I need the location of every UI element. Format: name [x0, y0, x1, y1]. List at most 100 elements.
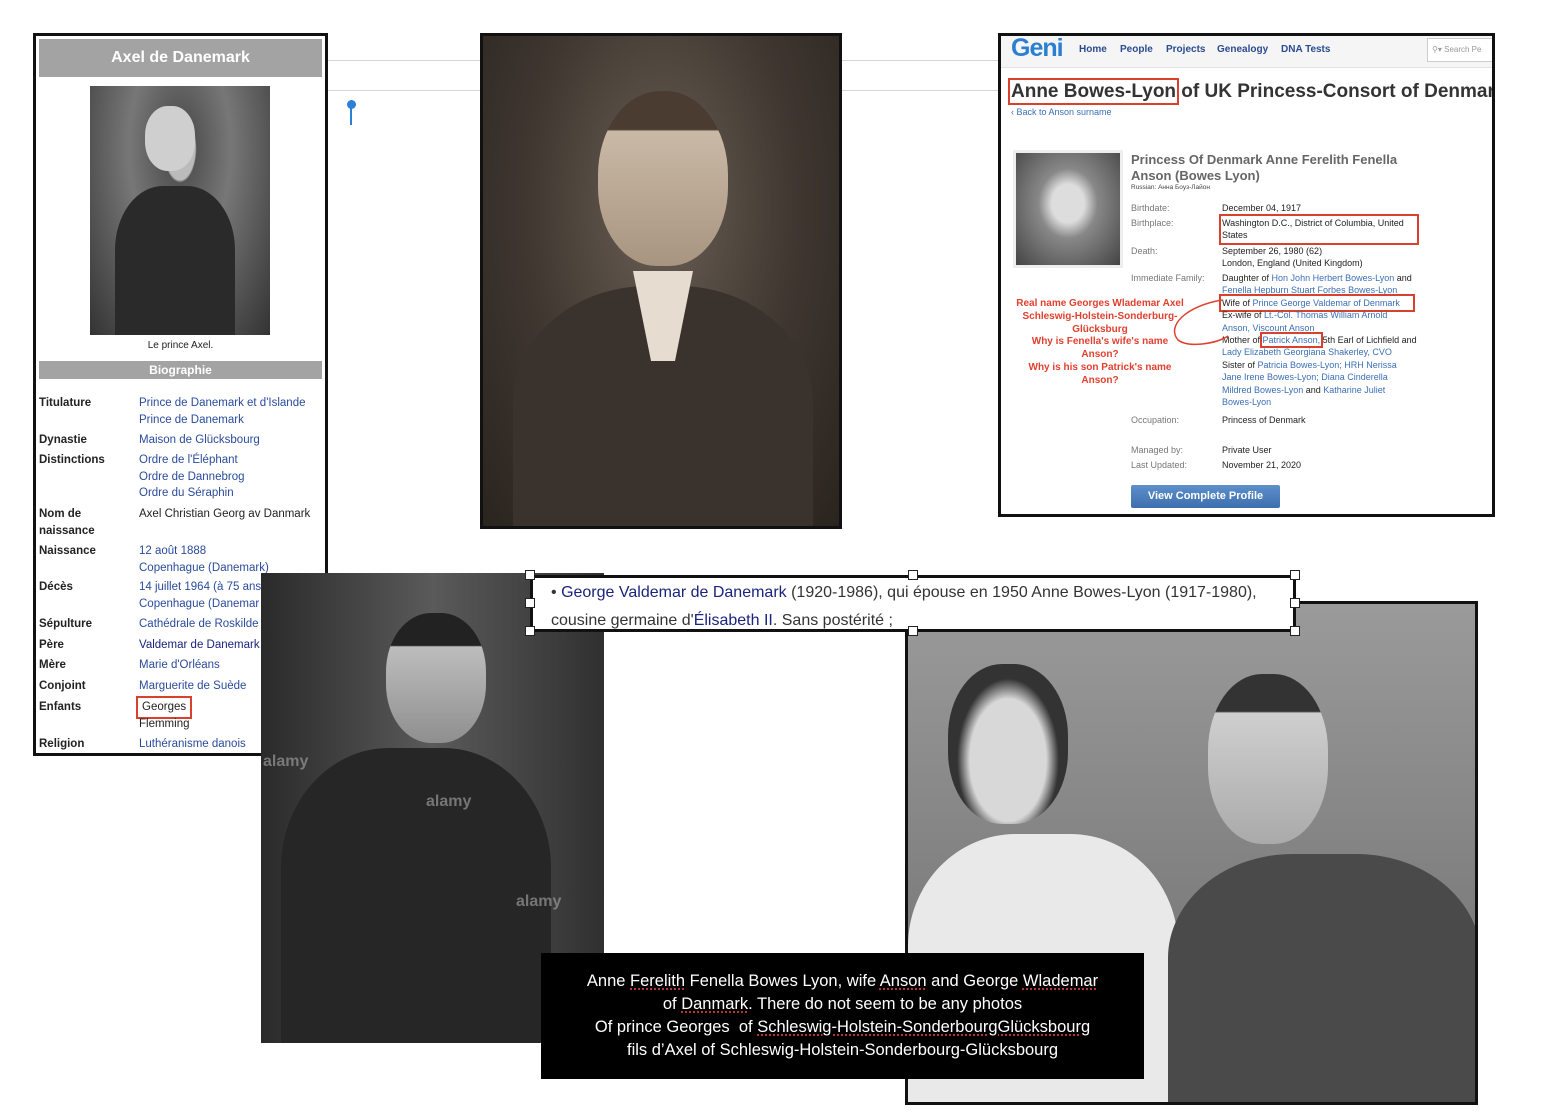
infobox-link[interactable]: Ordre du Séraphin — [139, 485, 244, 502]
geni-logo[interactable]: Geni — [1011, 36, 1064, 63]
infobox-label: Nom de naissance — [39, 508, 95, 537]
resize-handle[interactable] — [1290, 570, 1300, 580]
infobox-link[interactable]: Ordre de l'Éléphant — [139, 452, 244, 469]
text: and — [1396, 273, 1412, 283]
text: and — [1305, 384, 1321, 395]
text: . Sans postérité ; — [772, 612, 893, 629]
death-label: Death: — [1131, 246, 1158, 256]
nav-home[interactable]: Home — [1079, 44, 1107, 55]
annotation-line: Real name Georges Wlademar Axel — [1016, 298, 1184, 309]
death-place: London, England (United Kingdom) — [1222, 258, 1363, 269]
mother-link[interactable]: Fenella Hepburn Stuart Forbes Bowes-Lyon — [1222, 285, 1397, 295]
birthplace-label: Birthplace: — [1131, 218, 1174, 228]
infobox-link[interactable]: 12 août 1888 — [139, 543, 269, 560]
resize-handle[interactable] — [908, 570, 918, 580]
text: Danmark — [681, 995, 749, 1013]
annotation-line: Why is his son Patrick's name — [1028, 361, 1172, 373]
infobox-link[interactable]: Prince de Danemark et d'Islande — [139, 395, 305, 412]
resize-handle[interactable] — [525, 570, 535, 580]
bullet: • — [551, 584, 557, 601]
infobox-link[interactable]: Marguerite de Suède — [139, 678, 246, 695]
infobox-value: Georges Flemming — [135, 696, 193, 732]
infobox-value: Ordre de l'Éléphant Ordre de Dannebrog Ord… — [139, 452, 244, 502]
annotation-line: Schleswig-Holstein-Sonderburg- — [1022, 310, 1178, 322]
managed-label: Managed by: — [1131, 445, 1184, 455]
search-input[interactable]: ⚲▾ Search Pe — [1427, 38, 1492, 62]
geni-profile: Geni Home People Projects Genealogy DNA … — [998, 33, 1495, 517]
infobox-label: Titulature — [39, 397, 92, 409]
infobox-value: Cathédrale de Roskilde — [139, 616, 259, 633]
nav-genealogy[interactable]: Genealogy — [1217, 44, 1268, 55]
occupation-label: Occupation: — [1131, 415, 1180, 425]
occupation-value: Princess of Denmark — [1222, 415, 1306, 425]
infobox-label: Religion — [39, 738, 85, 750]
infobox-link[interactable]: Copenhague (Danemark) — [139, 560, 269, 577]
infobox-link[interactable]: 14 juillet 1964 (à 75 ans — [139, 579, 261, 596]
infobox-value: Maison de Glücksbourg — [139, 432, 260, 449]
text: . There do not seem to be any photos — [748, 995, 1023, 1013]
view-complete-profile-button[interactable]: View Complete Profile — [1131, 485, 1280, 508]
infobox-value: 12 août 1888 Copenhague (Danemark) — [139, 543, 269, 576]
search-placeholder: Search Pe — [1444, 45, 1482, 54]
annotation-text: Real name Georges Wlademar Axel Schleswig… — [1005, 298, 1195, 388]
infobox-link[interactable]: Maison de Glücksbourg — [139, 432, 260, 449]
infobox-value: Prince de Danemark et d'Islande Prince de… — [139, 395, 305, 428]
watermark: alamy — [516, 893, 562, 910]
infobox-link: Flemming — [139, 717, 190, 730]
text: Fenella Bowes Lyon, wife — [685, 972, 880, 990]
son-link[interactable]: Patrick Anson, — [1259, 332, 1324, 349]
text: Daughter of — [1222, 273, 1270, 283]
search-icon: ⚲▾ — [1432, 45, 1445, 54]
george-valdemar-link[interactable]: George Valdemar de Danemark — [561, 584, 787, 601]
infobox-link[interactable]: Prince de Danemark — [139, 412, 305, 429]
text: Of prince Georges of — [594, 1018, 758, 1036]
infobox-value: 14 juillet 1964 (à 75 ans Copenhague (Dan… — [139, 579, 261, 612]
text: and — [1401, 335, 1417, 346]
geni-navbar: Geni Home People Projects Genealogy DNA … — [1001, 36, 1492, 68]
infobox-value: Valdemar de Danemark — [139, 637, 260, 654]
resize-handle[interactable] — [525, 626, 535, 636]
infobox-link[interactable]: Luthéranisme danois — [139, 736, 246, 753]
infobox-link[interactable]: Marie d'Orléans — [139, 657, 220, 674]
infobox-link[interactable]: Cathédrale de Roskilde — [139, 616, 259, 633]
infobox-label: Enfants — [39, 701, 82, 713]
infobox-value: Axel Christian Georg av Danmark — [139, 506, 310, 523]
annotation-line: Anson? — [1081, 374, 1119, 386]
infobox-link[interactable]: Copenhague (Danemar — [139, 596, 261, 613]
infobox-title: Axel de Danemark — [39, 39, 322, 77]
father-link[interactable]: Hon John Herbert Bowes-Lyon — [1272, 273, 1395, 283]
annotation-line: Glücksburg — [1072, 323, 1128, 335]
text: Anson — [879, 972, 927, 990]
resize-handle[interactable] — [1290, 626, 1300, 636]
text: Sister of — [1222, 359, 1256, 370]
infobox-label: Mère — [39, 659, 66, 671]
infobox-label: Décès — [39, 581, 73, 593]
resize-handle[interactable] — [525, 598, 535, 608]
resize-handle[interactable] — [908, 626, 918, 636]
anne-profile-photo — [1013, 150, 1123, 268]
elisabeth-link[interactable]: Élisabeth II — [694, 612, 773, 629]
text: of — [662, 995, 682, 1013]
selected-text-box[interactable]: • George Valdemar de Danemark (1920-1986… — [530, 575, 1296, 632]
death-date: September 26, 1980 (62) — [1222, 246, 1323, 256]
infobox-label: Sépulture — [39, 618, 93, 630]
nav-projects[interactable]: Projects — [1166, 44, 1205, 55]
annotation-line: Why is Fenella's wife's name — [1031, 336, 1169, 348]
watermark: alamy — [263, 753, 309, 770]
pin-stem — [350, 106, 352, 125]
infobox-link[interactable]: Georges — [135, 696, 193, 719]
infobox-link[interactable]: Valdemar de Danemark — [139, 637, 260, 654]
nav-dna-tests[interactable]: DNA Tests — [1281, 44, 1330, 55]
resize-handle[interactable] — [1290, 598, 1300, 608]
text: Ferelith — [630, 972, 686, 990]
husband-link[interactable]: Prince George Valdemar of Denmark — [1253, 298, 1400, 308]
updated-label: Last Updated: — [1131, 460, 1188, 470]
back-link[interactable]: ‹ Back to Anson surname — [1011, 107, 1112, 117]
nav-people[interactable]: People — [1120, 44, 1153, 55]
caption-box: Anne Ferelith Fenella Bowes Lyon, wife A… — [541, 953, 1144, 1079]
full-name: Princess Of Denmark Anne Ferelith Fenell… — [1131, 152, 1398, 183]
infobox-value: Luthéranisme danois — [139, 736, 246, 753]
title-name: Anne Bowes-Lyon — [1007, 78, 1180, 105]
daughter-link[interactable]: Lady Elizabeth Georgiana Shakerley, CVO — [1222, 347, 1392, 357]
infobox-link[interactable]: Ordre de Dannebrog — [139, 469, 244, 486]
